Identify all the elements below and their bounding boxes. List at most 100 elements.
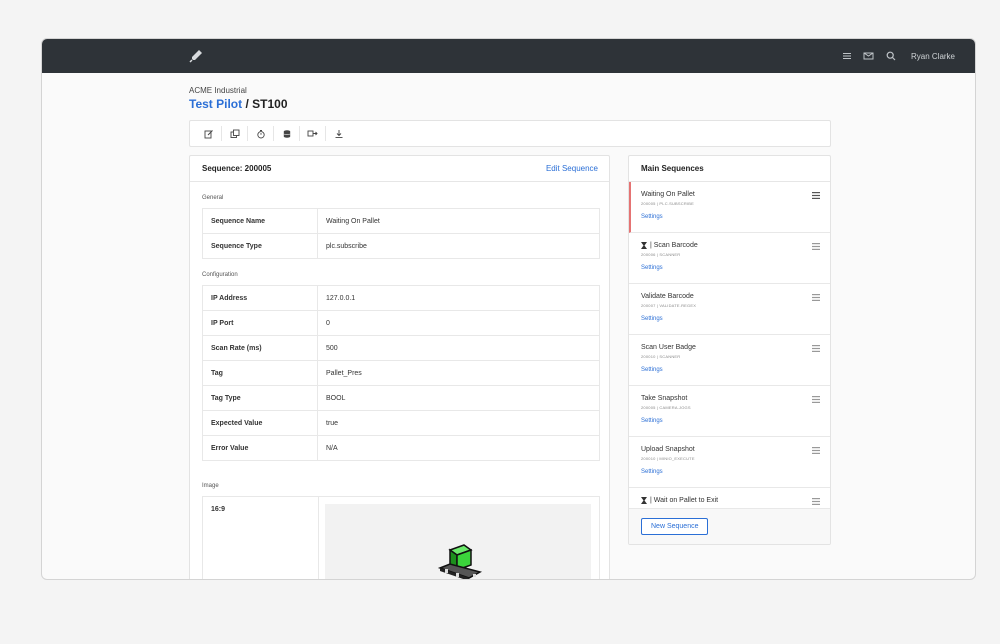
sequence-list-footer: New Sequence [629, 508, 830, 544]
edit-button[interactable] [196, 126, 222, 141]
company-name: ACME Industrial [189, 86, 247, 95]
sequence-name: | Wait on Pallet to Exit [641, 497, 830, 504]
hourglass-icon [641, 242, 647, 249]
sequence-name-text: Validate Barcode [641, 293, 694, 300]
list-item[interactable]: | Scan Barcode 200006 | SCANNER Settings [629, 233, 830, 284]
breadcrumb-separator: / [242, 97, 253, 111]
station-toolbar [189, 120, 831, 147]
settings-link[interactable]: Settings [641, 418, 830, 424]
list-item[interactable]: Validate Barcode 200007 | VALIDATE.REGEX… [629, 284, 830, 335]
field-key: Expected Value [202, 410, 318, 436]
hourglass-icon [641, 497, 647, 504]
sequence-name-text: Take Snapshot [641, 395, 688, 402]
drag-handle-icon[interactable] [812, 243, 820, 250]
pallet-box-icon [437, 544, 483, 579]
image-preview[interactable] [325, 504, 591, 579]
main-content: ACME Industrial Test Pilot / ST100 Seque… [189, 73, 831, 579]
database-icon [283, 129, 290, 138]
sequence-name: Take Snapshot [641, 395, 830, 402]
settings-link[interactable]: Settings [641, 367, 830, 373]
field-key: Tag Type [202, 385, 318, 411]
field-key: Scan Rate (ms) [202, 335, 318, 361]
sequence-name: Scan User Badge [641, 344, 830, 351]
table-row: IP Port 0 [202, 310, 600, 336]
timer-button[interactable] [248, 126, 274, 141]
field-key: IP Address [202, 285, 318, 311]
sequence-name: Upload Snapshot [641, 446, 830, 453]
sequence-name-text: Scan User Badge [641, 344, 696, 351]
inbox-icon[interactable] [863, 50, 875, 62]
user-menu[interactable]: Ryan Clarke [911, 52, 955, 61]
page-title: Test Pilot / ST100 [189, 97, 288, 111]
field-value: Pallet_Pres [317, 360, 600, 386]
sequence-subtitle: 200010 | MINIO_EXECUTE [641, 456, 695, 461]
sequence-name: Validate Barcode [641, 293, 830, 300]
sequence-subtitle: 200010 | SCANNER [641, 354, 681, 359]
list-item[interactable]: Scan User Badge 200010 | SCANNER Setting… [629, 335, 830, 386]
timer-icon [256, 129, 265, 138]
table-row: Sequence Type plc.subscribe [202, 233, 600, 259]
settings-link[interactable]: Settings [641, 265, 830, 271]
list-item[interactable]: Take Snapshot 200005 | CAMERA.JOGS Setti… [629, 386, 830, 437]
table-row: Expected Value true [202, 410, 600, 436]
general-section-label: General [202, 195, 224, 201]
sync-icon [307, 130, 318, 136]
settings-link[interactable]: Settings [641, 316, 830, 322]
copy-button[interactable] [222, 126, 248, 141]
list-item[interactable]: | Wait on Pallet to Exit [629, 488, 830, 510]
sequence-name-text: | Wait on Pallet to Exit [650, 497, 719, 504]
sequence-detail-panel: Sequence: 200005 Edit Sequence General S… [189, 155, 610, 579]
field-key: Sequence Type [202, 233, 318, 259]
drag-handle-icon[interactable] [812, 396, 820, 403]
field-value: true [317, 410, 600, 436]
sequence-subtitle: 200006 | SCANNER [641, 252, 681, 257]
database-button[interactable] [274, 126, 300, 141]
search-icon[interactable] [885, 50, 897, 62]
table-row: Tag Type BOOL [202, 385, 600, 411]
field-value: 127.0.0.1 [317, 285, 600, 311]
sequence-title: Sequence: 200005 [202, 164, 272, 173]
download-button[interactable] [326, 126, 352, 141]
list-item[interactable]: Waiting On Pallet 200005 | PLC.SUBSCRIBE… [629, 182, 830, 233]
drag-handle-icon[interactable] [812, 345, 820, 352]
drag-handle-icon[interactable] [812, 447, 820, 454]
copy-icon [230, 129, 239, 138]
sequence-subtitle: 200005 | PLC.SUBSCRIBE [641, 201, 695, 206]
sequence-name-text: Upload Snapshot [641, 446, 695, 453]
configuration-table: IP Address 127.0.0.1 IP Port 0 Scan Rate… [202, 285, 600, 461]
table-row: Tag Pallet_Pres [202, 360, 600, 386]
field-value: BOOL [317, 385, 600, 411]
sequence-header: Sequence: 200005 Edit Sequence [190, 156, 609, 182]
field-value: 0 [317, 310, 600, 336]
sync-button[interactable] [300, 126, 326, 141]
app-window: Ryan Clarke ACME Industrial Test Pilot /… [41, 38, 976, 580]
field-key: IP Port [202, 310, 318, 336]
main-sequences-panel: Main Sequences Waiting On Pallet 200005 … [628, 155, 831, 545]
drag-handle-icon[interactable] [812, 498, 820, 505]
sequence-list: Waiting On Pallet 200005 | PLC.SUBSCRIBE… [629, 182, 830, 510]
table-row: Sequence Name Waiting On Pallet [202, 208, 600, 234]
project-link[interactable]: Test Pilot [189, 97, 242, 111]
table-row: IP Address 127.0.0.1 [202, 285, 600, 311]
list-item[interactable]: Upload Snapshot 200010 | MINIO_EXECUTE S… [629, 437, 830, 488]
sequence-subtitle: 200007 | VALIDATE.REGEX [641, 303, 697, 308]
table-row: Error Value N/A [202, 435, 600, 461]
rocket-icon[interactable] [188, 48, 204, 64]
main-sequences-title: Main Sequences [641, 164, 704, 173]
general-table: Sequence Name Waiting On Pallet Sequence… [202, 208, 600, 259]
drag-handle-icon[interactable] [812, 294, 820, 301]
new-sequence-button[interactable]: New Sequence [641, 518, 709, 535]
top-navbar: Ryan Clarke [42, 39, 975, 73]
sequence-name: Waiting On Pallet [641, 191, 830, 198]
divider [318, 497, 319, 579]
list-icon[interactable] [841, 50, 853, 62]
field-value: 500 [317, 335, 600, 361]
settings-link[interactable]: Settings [641, 469, 830, 475]
field-key: Error Value [202, 435, 318, 461]
drag-handle-icon[interactable] [812, 192, 820, 199]
sequence-name: | Scan Barcode [641, 242, 830, 249]
settings-link[interactable]: Settings [641, 214, 830, 220]
edit-sequence-link[interactable]: Edit Sequence [546, 164, 598, 173]
image-section-label: Image [202, 483, 219, 489]
field-value: N/A [317, 435, 600, 461]
